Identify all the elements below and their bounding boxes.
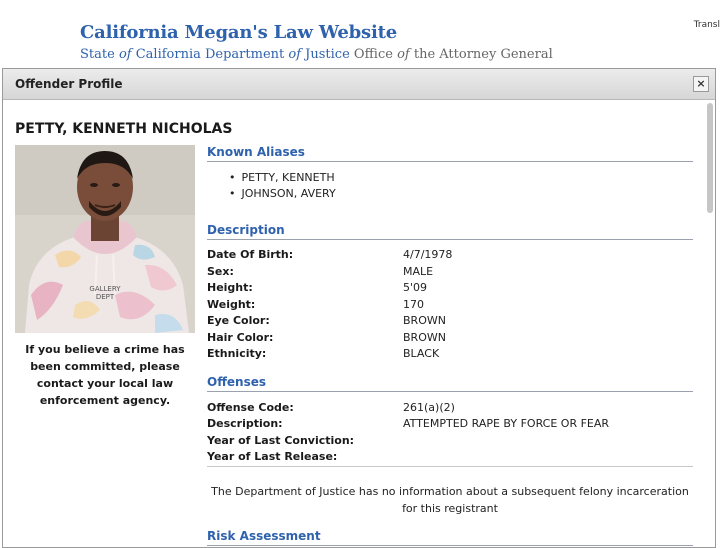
risk-assessment-heading: Risk Assessment — [207, 529, 693, 546]
field-label: Description: — [207, 417, 283, 430]
field-value: ATTEMPTED RAPE BY FORCE OR FEAR — [403, 417, 610, 430]
offender-photo: GALLERY DEPT — [15, 145, 195, 333]
field-sex: Sex: MALE — [207, 265, 693, 281]
field-dob: Date Of Birth: 4/7/1978 — [207, 248, 693, 264]
field-last-release: Year of Last Release: — [207, 450, 693, 466]
field-label: Offense Code: — [207, 401, 294, 414]
field-value: BROWN — [403, 314, 446, 327]
field-last-conviction: Year of Last Conviction: — [207, 434, 693, 450]
field-value: 5'09 — [403, 281, 428, 294]
field-weight: Weight: 170 — [207, 298, 693, 314]
field-hair-color: Hair Color: BROWN — [207, 331, 693, 347]
field-label: Hair Color: — [207, 331, 274, 344]
alias-item: PETTY, KENNETH — [229, 170, 336, 186]
site-title[interactable]: California Megan's Law Website — [80, 22, 397, 43]
field-ethnicity: Ethnicity: BLACK — [207, 347, 693, 363]
offender-profile-dialog: Offender Profile × PETTY, KENNETH NICHOL… — [2, 68, 716, 548]
field-value: BROWN — [403, 331, 446, 344]
law-enforcement-advisory: If you believe a crime has been committe… — [25, 343, 185, 407]
field-label: Weight: — [207, 298, 256, 311]
svg-text:DEPT: DEPT — [96, 293, 115, 301]
offender-name: PETTY, KENNETH NICHOLAS — [15, 121, 233, 137]
site-header: California Megan's Law Website State of … — [0, 0, 720, 70]
field-value: 170 — [403, 298, 424, 311]
field-label: Eye Color: — [207, 314, 270, 327]
field-offense-code: Offense Code: 261(a)(2) — [207, 401, 693, 417]
field-value: 261(a)(2) — [403, 401, 455, 414]
field-label: Sex: — [207, 265, 234, 278]
incarceration-notice: The Department of Justice has no informa… — [211, 485, 689, 515]
field-value: 4/7/1978 — [403, 248, 453, 261]
field-offense-description: Description: ATTEMPTED RAPE BY FORCE OR … — [207, 417, 693, 433]
field-label: Ethnicity: — [207, 347, 267, 360]
translate-link[interactable]: Transl — [694, 20, 720, 30]
field-height: Height: 5'09 — [207, 281, 693, 297]
alias-item: JOHNSON, AVERY — [229, 186, 336, 202]
alias-list: PETTY, KENNETH JOHNSON, AVERY — [229, 170, 336, 202]
field-label: Date Of Birth: — [207, 248, 294, 261]
close-icon[interactable]: × — [693, 76, 709, 92]
field-label: Year of Last Conviction: — [207, 434, 355, 447]
offenses-heading: Offenses — [207, 375, 693, 392]
scrollbar[interactable] — [707, 103, 713, 213]
dialog-titlebar[interactable]: Offender Profile × — [3, 69, 715, 100]
field-label: Year of Last Release: — [207, 450, 338, 463]
divider — [207, 466, 693, 467]
known-aliases-heading: Known Aliases — [207, 145, 693, 162]
description-heading: Description — [207, 223, 693, 240]
field-eye-color: Eye Color: BROWN — [207, 314, 693, 330]
field-value: BLACK — [403, 347, 440, 360]
site-subtitle[interactable]: State of California Department of Justic… — [80, 47, 553, 62]
svg-text:GALLERY: GALLERY — [89, 285, 121, 293]
dialog-title: Offender Profile — [15, 77, 123, 91]
field-label: Height: — [207, 281, 253, 294]
field-value: MALE — [403, 265, 434, 278]
